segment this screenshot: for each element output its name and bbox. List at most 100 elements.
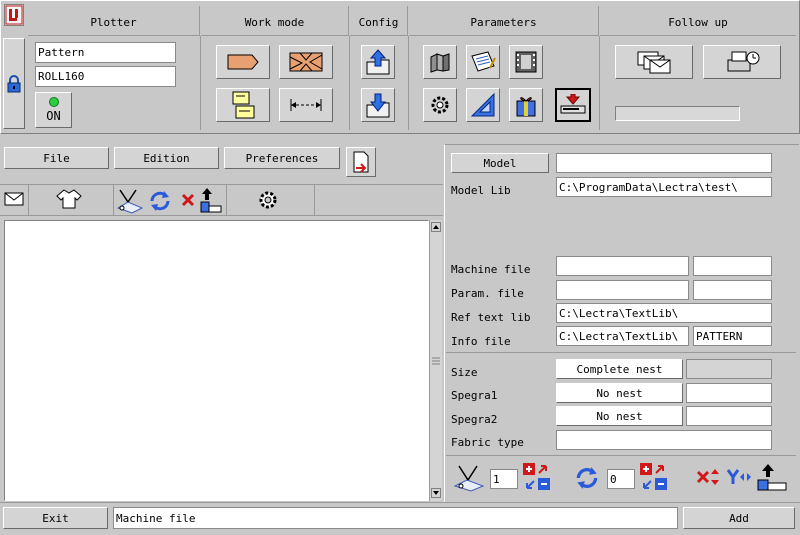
size-extra-field[interactable] <box>686 359 772 379</box>
labels-button[interactable] <box>216 88 270 122</box>
shirt-tool[interactable] <box>56 188 82 210</box>
separator <box>113 184 114 216</box>
param-film-button[interactable] <box>509 45 543 79</box>
spegra2-button[interactable]: No nest <box>556 406 683 426</box>
separator <box>349 36 350 130</box>
model-button-label: Model <box>483 156 517 170</box>
model-button[interactable]: Model <box>451 153 549 173</box>
group-header-plotter: Plotter <box>28 6 200 36</box>
edition-menu-button[interactable]: Edition <box>114 147 219 169</box>
spegra1-button[interactable]: No nest <box>556 383 683 403</box>
model-lib-field[interactable]: C:\ProgramData\Lectra\test\ <box>556 177 772 197</box>
file-menu-button[interactable]: File <box>4 147 109 169</box>
folder-down-icon <box>365 91 391 119</box>
on-label: ON <box>46 109 61 123</box>
document-download-button[interactable] <box>346 147 376 177</box>
param-file-label: Param. file <box>451 287 524 300</box>
param-settings-button[interactable] <box>423 88 457 122</box>
divider <box>446 352 796 353</box>
separator <box>200 36 201 130</box>
nesting-icon <box>288 51 324 73</box>
settings-tool[interactable] <box>256 188 280 212</box>
info-file-name-field[interactable]: PATTERN <box>693 326 772 346</box>
separator <box>226 184 227 216</box>
mail-tool[interactable] <box>4 191 24 207</box>
lock-button[interactable] <box>3 38 25 129</box>
measure-button[interactable] <box>279 88 333 122</box>
shirt-icon <box>56 188 82 210</box>
config-download-button[interactable] <box>361 88 395 122</box>
config-upload-button[interactable] <box>361 45 395 79</box>
film-icon <box>514 50 538 74</box>
spegra2-button-label: No nest <box>596 409 643 423</box>
config-label: Config <box>358 15 399 29</box>
pattern-field[interactable]: Pattern <box>35 42 176 63</box>
add-button[interactable]: Add <box>683 507 795 529</box>
fabric-type-field[interactable] <box>556 430 772 450</box>
export-tool[interactable] <box>199 186 223 214</box>
gift-icon <box>514 92 538 118</box>
counter2-value: 0 <box>610 472 617 486</box>
refresh-tool[interactable] <box>148 189 172 213</box>
follow-up-mail-button[interactable] <box>615 45 693 79</box>
spegra1-extra-field[interactable] <box>686 383 772 403</box>
counter2-stepper[interactable] <box>639 462 669 492</box>
roll-field[interactable]: ROLL160 <box>35 66 176 87</box>
param-books-button[interactable] <box>423 45 457 79</box>
machine-file-extra-field[interactable] <box>693 256 772 276</box>
exit-button[interactable]: Exit <box>3 507 108 529</box>
footer-divider <box>0 502 800 503</box>
spegra2-extra-field[interactable] <box>686 406 772 426</box>
exit-label: Exit <box>42 511 69 525</box>
notes-icon <box>470 50 496 74</box>
nesting-button[interactable] <box>279 45 333 79</box>
machine-file-field[interactable] <box>556 256 689 276</box>
info-file-field[interactable]: C:\Lectra\TextLib\ <box>556 326 689 346</box>
flip-button[interactable] <box>726 467 752 487</box>
cut-pieces-tool[interactable] <box>116 186 144 214</box>
books-icon <box>428 51 452 73</box>
follow-up-printer-button[interactable] <box>703 45 781 79</box>
model-field[interactable] <box>556 153 772 173</box>
param-plotter-button[interactable] <box>555 88 591 122</box>
pattern-shape-button[interactable] <box>216 45 270 79</box>
work-mode-label: Work mode <box>244 15 305 29</box>
refresh-button[interactable] <box>574 465 600 491</box>
size-button[interactable]: Complete nest <box>556 359 683 379</box>
export-plotter-button[interactable] <box>756 462 788 492</box>
parameters-label: Parameters <box>470 15 537 29</box>
on-button[interactable]: ON <box>35 92 72 128</box>
param-gift-button[interactable] <box>509 88 543 122</box>
counter1-field[interactable]: 1 <box>490 469 518 489</box>
counter2-field[interactable]: 0 <box>607 469 635 489</box>
fabric-type-label: Fabric type <box>451 436 524 449</box>
piece-list[interactable] <box>4 220 429 501</box>
counter1-value: 1 <box>493 472 500 486</box>
spegra2-label: Spegra2 <box>451 413 498 426</box>
param-file-extra-field[interactable] <box>693 280 772 300</box>
list-scrollbar[interactable] <box>429 220 442 501</box>
scroll-down-arrow-icon[interactable] <box>431 488 441 498</box>
preferences-menu-button[interactable]: Preferences <box>224 147 340 169</box>
ref-text-lib-field[interactable]: C:\Lectra\TextLib\ <box>556 303 772 323</box>
param-file-field[interactable] <box>556 280 689 300</box>
param-triangle-button[interactable] <box>466 88 500 122</box>
info-file-label: Info file <box>451 335 511 348</box>
delete-sort-button[interactable] <box>696 467 722 487</box>
red-x-icon <box>181 193 195 207</box>
cut-pieces-icon <box>116 186 144 214</box>
param-notes-button[interactable] <box>466 45 500 79</box>
counter1-stepper[interactable] <box>522 462 552 492</box>
group-header-config: Config <box>350 6 408 36</box>
scroll-thumb[interactable] <box>431 355 441 367</box>
scroll-up-arrow-icon[interactable] <box>431 222 441 232</box>
model-lib-value: C:\ProgramData\Lectra\test\ <box>559 180 738 194</box>
status-field: Machine file <box>113 507 678 529</box>
gear-icon <box>428 93 452 117</box>
roll-value: ROLL160 <box>38 70 85 83</box>
divider <box>446 455 796 456</box>
delete-tool[interactable] <box>181 193 195 207</box>
document-arrow-icon <box>350 150 372 174</box>
cut-tool-button[interactable] <box>453 462 487 492</box>
machine-file-label: Machine file <box>451 263 531 276</box>
